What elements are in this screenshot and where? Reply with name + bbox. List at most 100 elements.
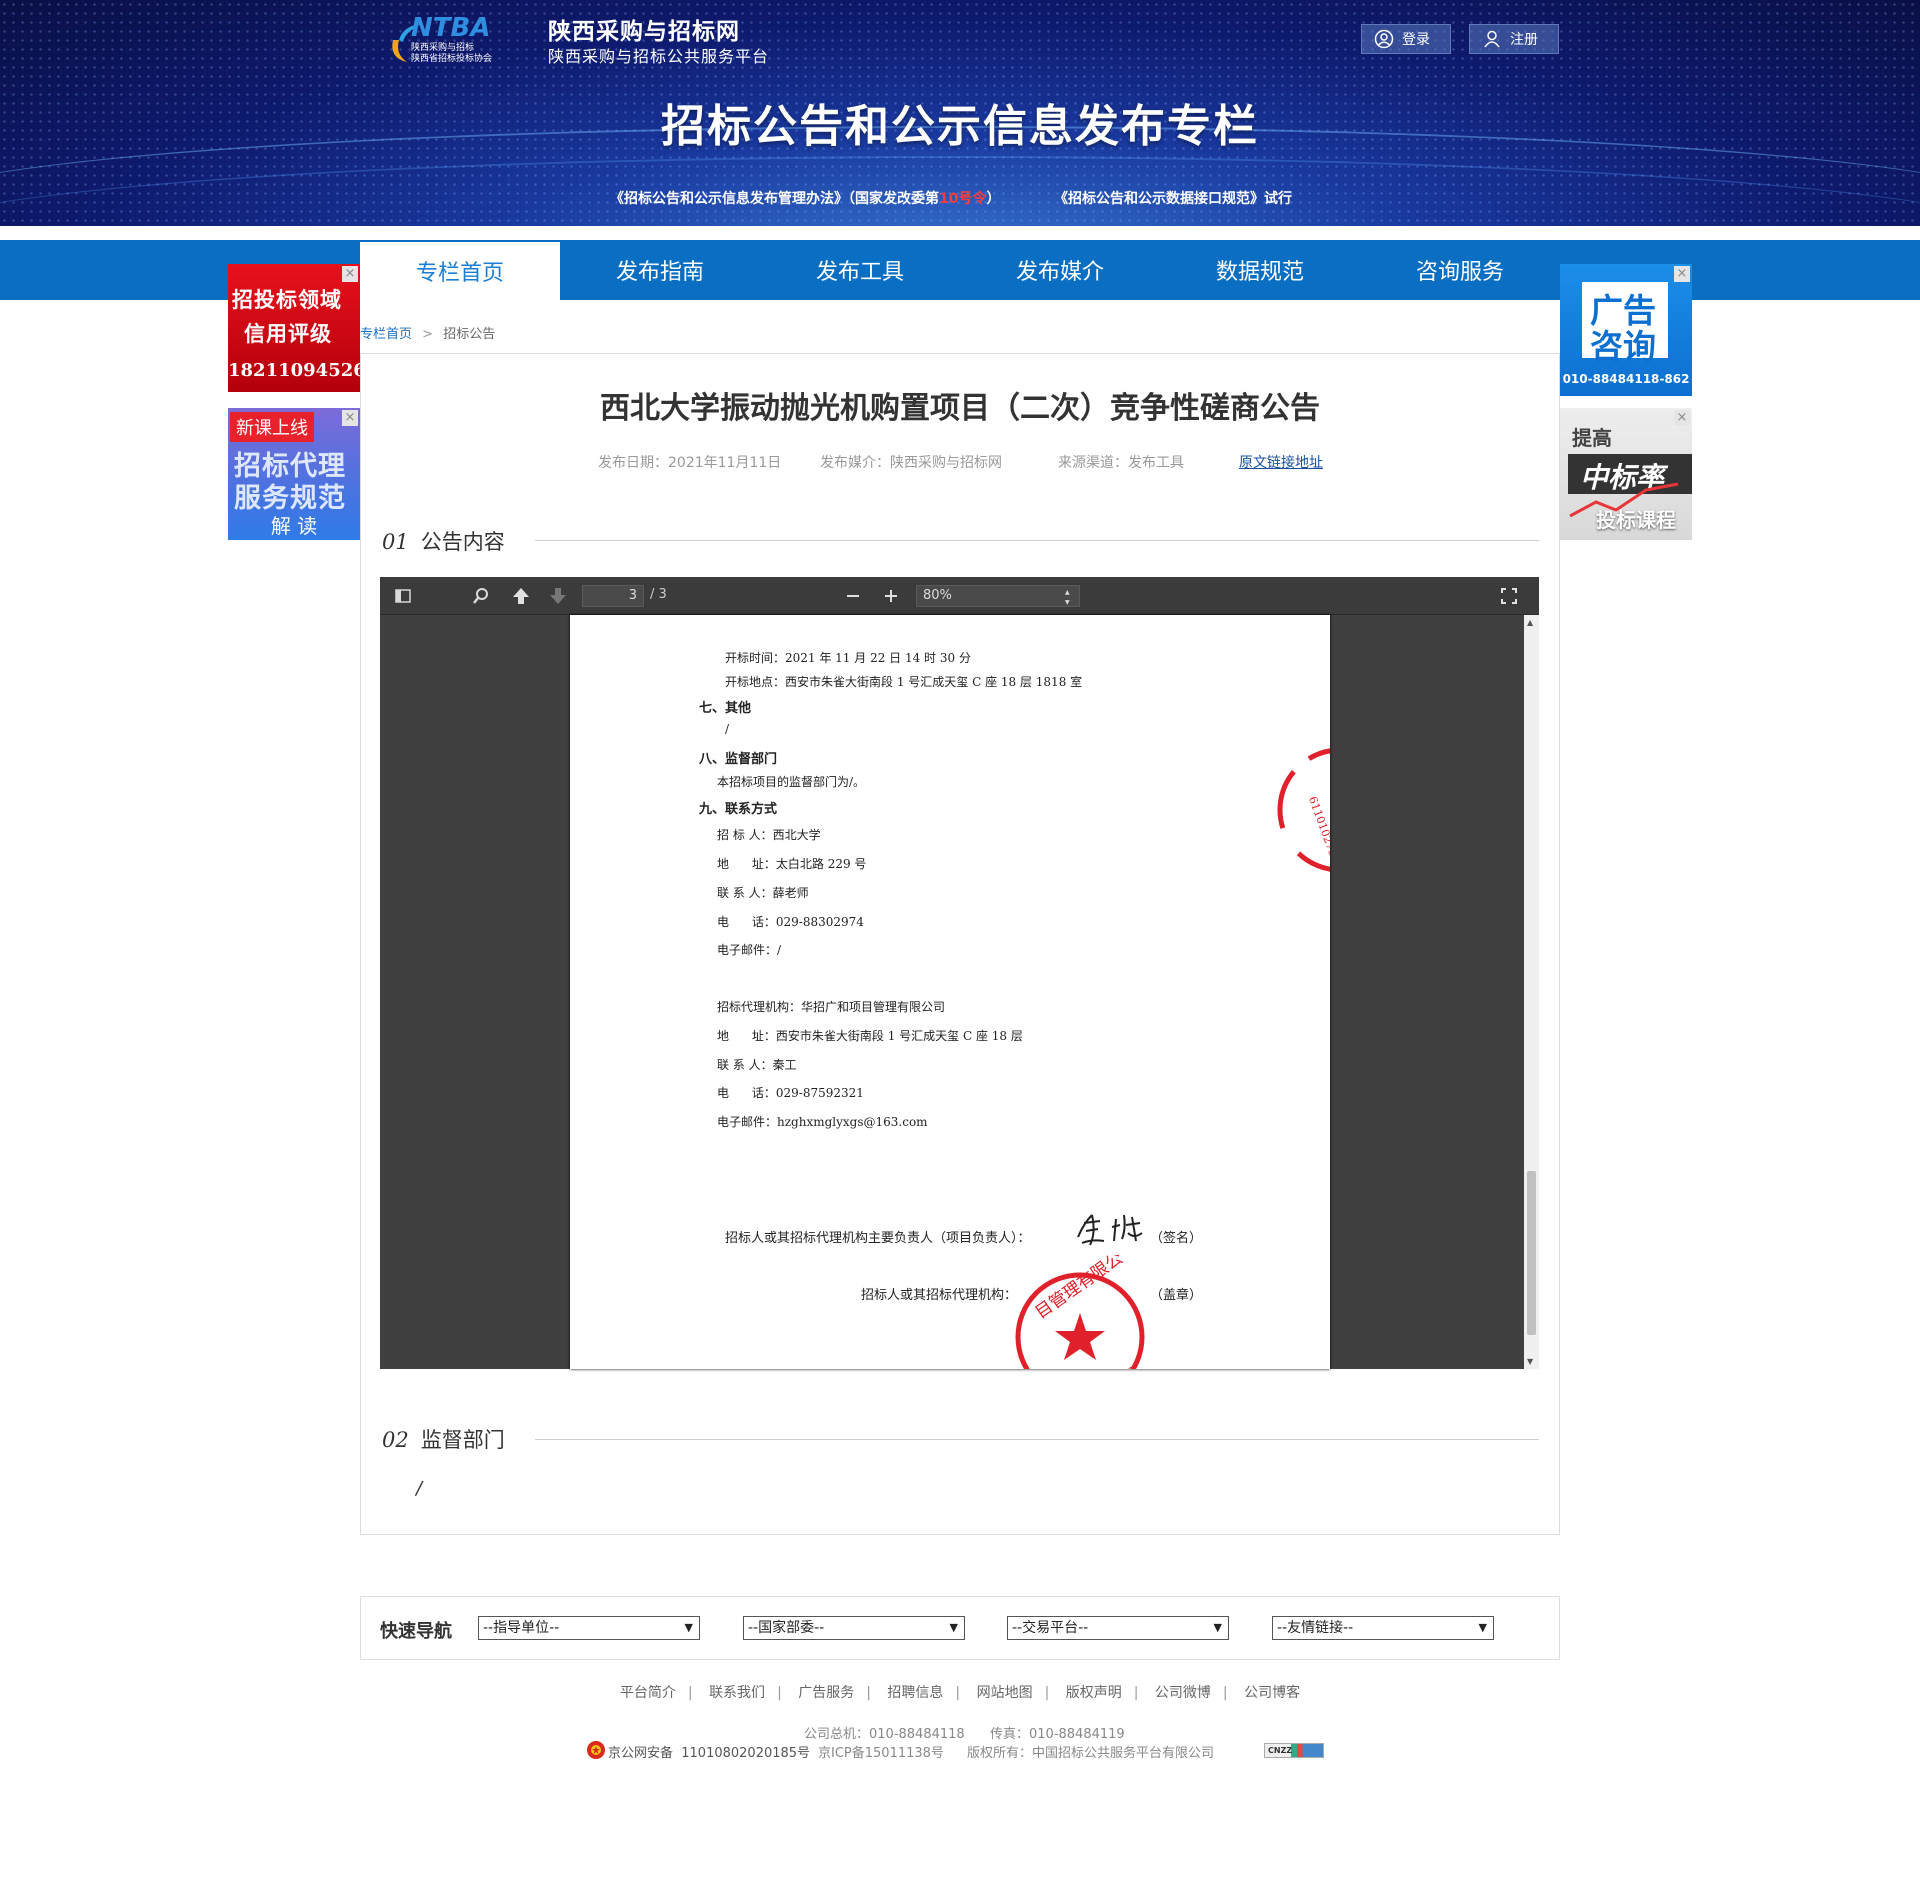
- pdf-viewer[interactable]: 3 / 3 80% 开标时间：2021 年 11 月 22 日 14 时 30 …: [380, 577, 1539, 1369]
- register-button[interactable]: 注册: [1469, 24, 1559, 54]
- source-channel: 来源渠道：发布工具: [1058, 455, 1184, 471]
- select-friend-links[interactable]: --友情链接-- ▼: [1272, 1616, 1494, 1640]
- original-link[interactable]: 原文链接地址: [1239, 452, 1323, 472]
- user-circle-icon: [1374, 29, 1394, 49]
- chevron-down-icon: ▼: [1478, 1621, 1487, 1634]
- previous-page-icon[interactable]: [510, 585, 532, 607]
- section-title: 监督部门: [420, 1428, 505, 1452]
- select-value: --交易平台--: [1012, 1620, 1089, 1636]
- site-subtitle: 陕西采购与招标公共服务平台: [548, 47, 770, 66]
- footer-link[interactable]: 广告服务: [798, 1685, 854, 1701]
- footer-icp[interactable]: 京ICP备15011138号: [818, 1742, 944, 1761]
- select-trading-platforms[interactable]: --交易平台-- ▼: [1007, 1616, 1229, 1640]
- section-title: 公告内容: [420, 530, 505, 554]
- article-title: 西北大学振动抛光机购置项目（二次）竞争性磋商公告: [600, 391, 1320, 426]
- pdf-line: 电子邮件：hzghxmglyxgs@163.com: [717, 1115, 928, 1129]
- divider: [535, 540, 1539, 541]
- breadcrumb: 专栏首页 > 招标公告: [360, 323, 495, 342]
- nav-item-data-spec[interactable]: 数据规范: [1160, 240, 1360, 300]
- nav-item-consulting[interactable]: 咨询服务: [1360, 240, 1560, 300]
- footer-link[interactable]: 平台简介: [620, 1685, 676, 1701]
- company-seal-stamp: 目管理有限公 01011: [1015, 1255, 1145, 1369]
- pdf-scrollbar[interactable]: ▲ ▼: [1524, 615, 1539, 1369]
- select-ministries[interactable]: --国家部委-- ▼: [743, 1616, 965, 1640]
- publish-media: 发布媒介：陕西采购与招标网: [820, 455, 1002, 471]
- footer-link[interactable]: 网站地图: [977, 1685, 1033, 1701]
- select-guidance-units[interactable]: --指导单位-- ▼: [478, 1616, 700, 1640]
- pdf-line: 电 话：029-87592321: [717, 1086, 864, 1100]
- notice-red-text: 10号令: [939, 191, 987, 207]
- pdf-heading: 七、其他: [699, 701, 752, 716]
- close-icon[interactable]: ×: [342, 410, 358, 426]
- ad-text: 投标课程: [1596, 508, 1676, 532]
- notice-management-measures[interactable]: 《招标公告和公示信息发布管理办法》（国家发改委第10号令）: [610, 188, 1000, 208]
- pdf-line: /: [725, 722, 730, 736]
- pdf-line: 地 址：太白北路 229 号: [717, 857, 867, 871]
- next-page-icon[interactable]: [547, 585, 569, 607]
- ad-text: 信用评级: [244, 322, 332, 346]
- footer-link[interactable]: 版权声明: [1066, 1685, 1122, 1701]
- nav-item-tools[interactable]: 发布工具: [760, 240, 960, 300]
- ad-tag: 新课上线: [230, 412, 314, 442]
- ad-text: 提高: [1572, 426, 1612, 450]
- pdf-line: 招标代理机构：华招广和项目管理有限公司: [717, 1000, 946, 1014]
- footer-phone: 公司总机：010-88484118: [804, 1727, 965, 1742]
- breadcrumb-home[interactable]: 专栏首页: [360, 327, 412, 342]
- nav-item-media[interactable]: 发布媒介: [960, 240, 1160, 300]
- zoom-out-icon[interactable]: [842, 585, 864, 607]
- ad-phone: 010-88484118-862: [1562, 372, 1690, 386]
- close-icon[interactable]: ×: [342, 266, 358, 282]
- pdf-seal-line: 招标人或其招标代理机构：: [861, 1288, 1018, 1303]
- breadcrumb-current: 招标公告: [443, 327, 496, 342]
- close-icon[interactable]: ×: [1674, 410, 1690, 426]
- sidebar-toggle-icon[interactable]: [392, 585, 414, 607]
- zoom-in-icon[interactable]: [880, 585, 902, 607]
- pdf-heading: 八、监督部门: [699, 752, 778, 767]
- fullscreen-icon[interactable]: [1498, 585, 1520, 607]
- footer-link[interactable]: 联系我们: [709, 1685, 765, 1701]
- chevron-down-icon: ▼: [949, 1621, 958, 1634]
- footer-fax: 传真：010-88484119: [990, 1727, 1125, 1742]
- ad-text: 招投标领域: [232, 288, 342, 312]
- ad-credit-rating[interactable]: 招投标领域 信用评级 18211094526 ×: [228, 264, 360, 392]
- zoom-select[interactable]: 80%: [916, 585, 1080, 608]
- site-name[interactable]: 陕西采购与招标网: [548, 12, 740, 46]
- login-button[interactable]: 登录: [1361, 24, 1451, 54]
- ad-bid-course[interactable]: 提高 中标率 投标课程 ×: [1560, 408, 1692, 540]
- ad-new-course[interactable]: 新课上线 招标代理 服务规范 解 读 ×: [228, 408, 360, 540]
- divider: [535, 1439, 1539, 1440]
- pdf-line: 开标地点：西安市朱雀大街南段 1 号汇成天玺 C 座 18 层 1818 室: [725, 675, 1083, 689]
- ad-text: 咨询: [1590, 327, 1656, 366]
- footer-link[interactable]: 公司微博: [1155, 1685, 1211, 1701]
- police-badge-icon: [587, 1741, 605, 1759]
- footer-link[interactable]: 招聘信息: [887, 1685, 943, 1701]
- svg-text:01011: 01011: [1125, 1366, 1140, 1369]
- ad-consulting[interactable]: 广告 咨询 010-88484118-862 ×: [1560, 264, 1692, 396]
- handwritten-signature: [1077, 1214, 1143, 1246]
- select-value: --指导单位--: [483, 1620, 560, 1636]
- footer-copyright: 版权所有：中国招标公共服务平台有限公司: [967, 1746, 1215, 1761]
- pdf-scroll-thumb[interactable]: [1527, 1171, 1536, 1335]
- nav-item-guide[interactable]: 发布指南: [560, 240, 760, 300]
- nav-item-home[interactable]: 专栏首页: [360, 242, 560, 300]
- section-header-content: 01 公告内容: [382, 526, 505, 556]
- footer-link[interactable]: 公司博客: [1244, 1685, 1300, 1701]
- close-icon[interactable]: ×: [1674, 266, 1690, 282]
- page-total: / 3: [650, 587, 667, 602]
- site-logo[interactable]: NTBA 陕西采购与招标 陕西省招标投标协会: [385, 10, 541, 66]
- search-icon[interactable]: [470, 585, 492, 607]
- login-label: 登录: [1402, 32, 1430, 48]
- pdf-heading: 九、联系方式: [699, 802, 778, 817]
- cnzz-stat-badge[interactable]: CNZZ: [1264, 1743, 1324, 1758]
- pdf-line: 本招标项目的监督部门为/。: [717, 775, 866, 789]
- chevron-down-icon: ▼: [684, 1621, 693, 1634]
- footer-police-record[interactable]: 京公网安备 11010802020185号: [608, 1742, 810, 1761]
- pdf-line: 地 址：西安市朱雀大街南段 1 号汇成天玺 C 座 18 层: [717, 1029, 1023, 1043]
- ad-phone: 18211094526: [228, 360, 360, 381]
- scroll-down-icon[interactable]: ▼: [1527, 1357, 1533, 1366]
- page-number-input[interactable]: 3: [582, 585, 644, 607]
- notice-interface-spec[interactable]: 《招标公告和公示数据接口规范》试行: [1054, 188, 1292, 208]
- pdf-line: 开标时间：2021 年 11 月 22 日 14 时 30 分: [725, 651, 971, 665]
- scroll-up-icon[interactable]: ▲: [1527, 618, 1533, 627]
- chevron-right-icon: >: [422, 327, 434, 342]
